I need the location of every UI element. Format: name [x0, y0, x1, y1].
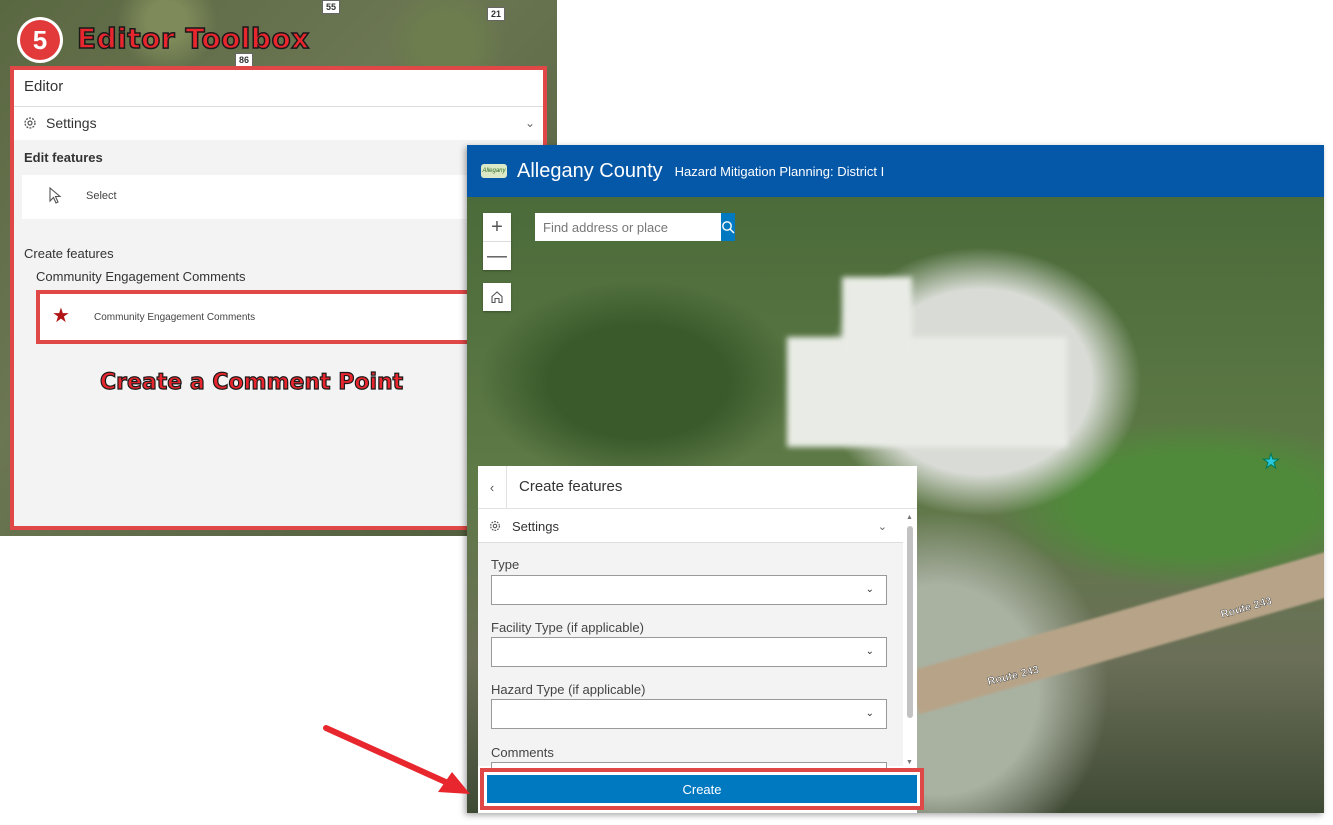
search-icon	[722, 221, 735, 234]
route-badge: 21	[487, 7, 506, 21]
create-comment-callout: Create a Comment Point	[99, 369, 404, 395]
comment-point-star-icon[interactable]: ★	[1262, 452, 1281, 473]
building-roof	[787, 337, 1067, 447]
back-button[interactable]: ‹	[478, 466, 507, 508]
chevron-down-icon: ⌄	[865, 646, 874, 657]
step-number-badge: 5	[20, 20, 60, 60]
editor-title: Editor	[24, 78, 64, 95]
search-input[interactable]	[535, 213, 721, 241]
create-features-panel: ‹ Create features Settings ⌄ Type ⌄ Faci…	[478, 466, 924, 813]
scroll-up-icon: ▲	[906, 514, 913, 521]
scroll-down-icon: ▼	[906, 759, 913, 766]
app-title: Allegany County	[517, 159, 663, 182]
field-label-facility-type: Facility Type (if applicable)	[491, 620, 644, 635]
layer-group-name: Community Engagement Comments	[36, 269, 246, 284]
star-icon: ★	[52, 305, 70, 327]
route-badge: 86	[235, 53, 254, 67]
field-label-type: Type	[491, 557, 520, 572]
settings-toggle[interactable]: Settings ⌄	[488, 516, 887, 536]
editor-body: Edit features Select Create features Com…	[14, 140, 543, 526]
home-button[interactable]	[483, 283, 511, 311]
editor-settings-toggle[interactable]: Settings ⌄	[22, 112, 535, 134]
chevron-down-icon: ⌄	[877, 520, 887, 533]
building-roof	[842, 277, 912, 357]
gear-icon	[24, 117, 36, 129]
editor-settings-label: Settings	[46, 115, 97, 131]
chevron-down-icon: ⌄	[524, 116, 535, 130]
cursor-arrow-icon	[49, 187, 62, 204]
app-subtitle: Hazard Mitigation Planning: District I	[674, 163, 885, 179]
search-button[interactable]	[721, 213, 735, 241]
app-header: Allegany Allegany County Hazard Mitigati…	[467, 145, 1324, 197]
feature-template-item[interactable]: ★ Community Engagement Comments	[36, 290, 476, 344]
route-badge: 55	[322, 0, 341, 14]
road-surface	[907, 528, 1324, 715]
logo-text: Allegany	[482, 168, 506, 174]
edit-features-heading: Edit features	[24, 150, 103, 165]
field-label-hazard-type: Hazard Type (if applicable)	[491, 682, 646, 697]
facility-type-select[interactable]: ⌄	[491, 637, 887, 667]
chevron-down-icon: ⌄	[865, 708, 874, 719]
chevron-left-icon: ‹	[489, 479, 495, 495]
search-widget	[535, 213, 735, 241]
create-features-header: ‹ Create features	[478, 466, 917, 509]
select-tool-button[interactable]: Select	[22, 175, 535, 219]
create-button-highlight: Create	[480, 768, 924, 810]
gear-icon	[490, 521, 500, 531]
panel-scrollbar[interactable]: ▲ ▼	[905, 514, 915, 766]
home-icon	[491, 291, 503, 304]
county-logo: Allegany	[481, 164, 507, 178]
app-window: Allegany Allegany County Hazard Mitigati…	[467, 145, 1324, 813]
divider	[14, 106, 543, 107]
step-title: Editor Toolbox	[76, 21, 310, 56]
zoom-control: + —	[483, 213, 511, 270]
settings-label: Settings	[512, 518, 559, 534]
create-button[interactable]: Create	[487, 775, 917, 803]
zoom-in-button[interactable]: +	[483, 213, 511, 241]
create-features-title: Create features	[519, 478, 623, 495]
field-label-comments: Comments	[491, 745, 554, 760]
chevron-down-icon: ⌄	[865, 584, 874, 595]
scrollbar-thumb[interactable]	[907, 526, 913, 718]
create-features-heading: Create features	[24, 246, 114, 261]
zoom-out-button[interactable]: —	[483, 241, 511, 270]
type-select[interactable]: ⌄	[491, 575, 887, 605]
hazard-type-select[interactable]: ⌄	[491, 699, 887, 729]
red-arrow-pointer	[323, 725, 470, 794]
feature-template-label: Community Engagement Comments	[94, 312, 256, 323]
attribute-form: Type ⌄ Facility Type (if applicable) ⌄ H…	[478, 543, 903, 772]
select-tool-label: Select	[86, 190, 117, 202]
